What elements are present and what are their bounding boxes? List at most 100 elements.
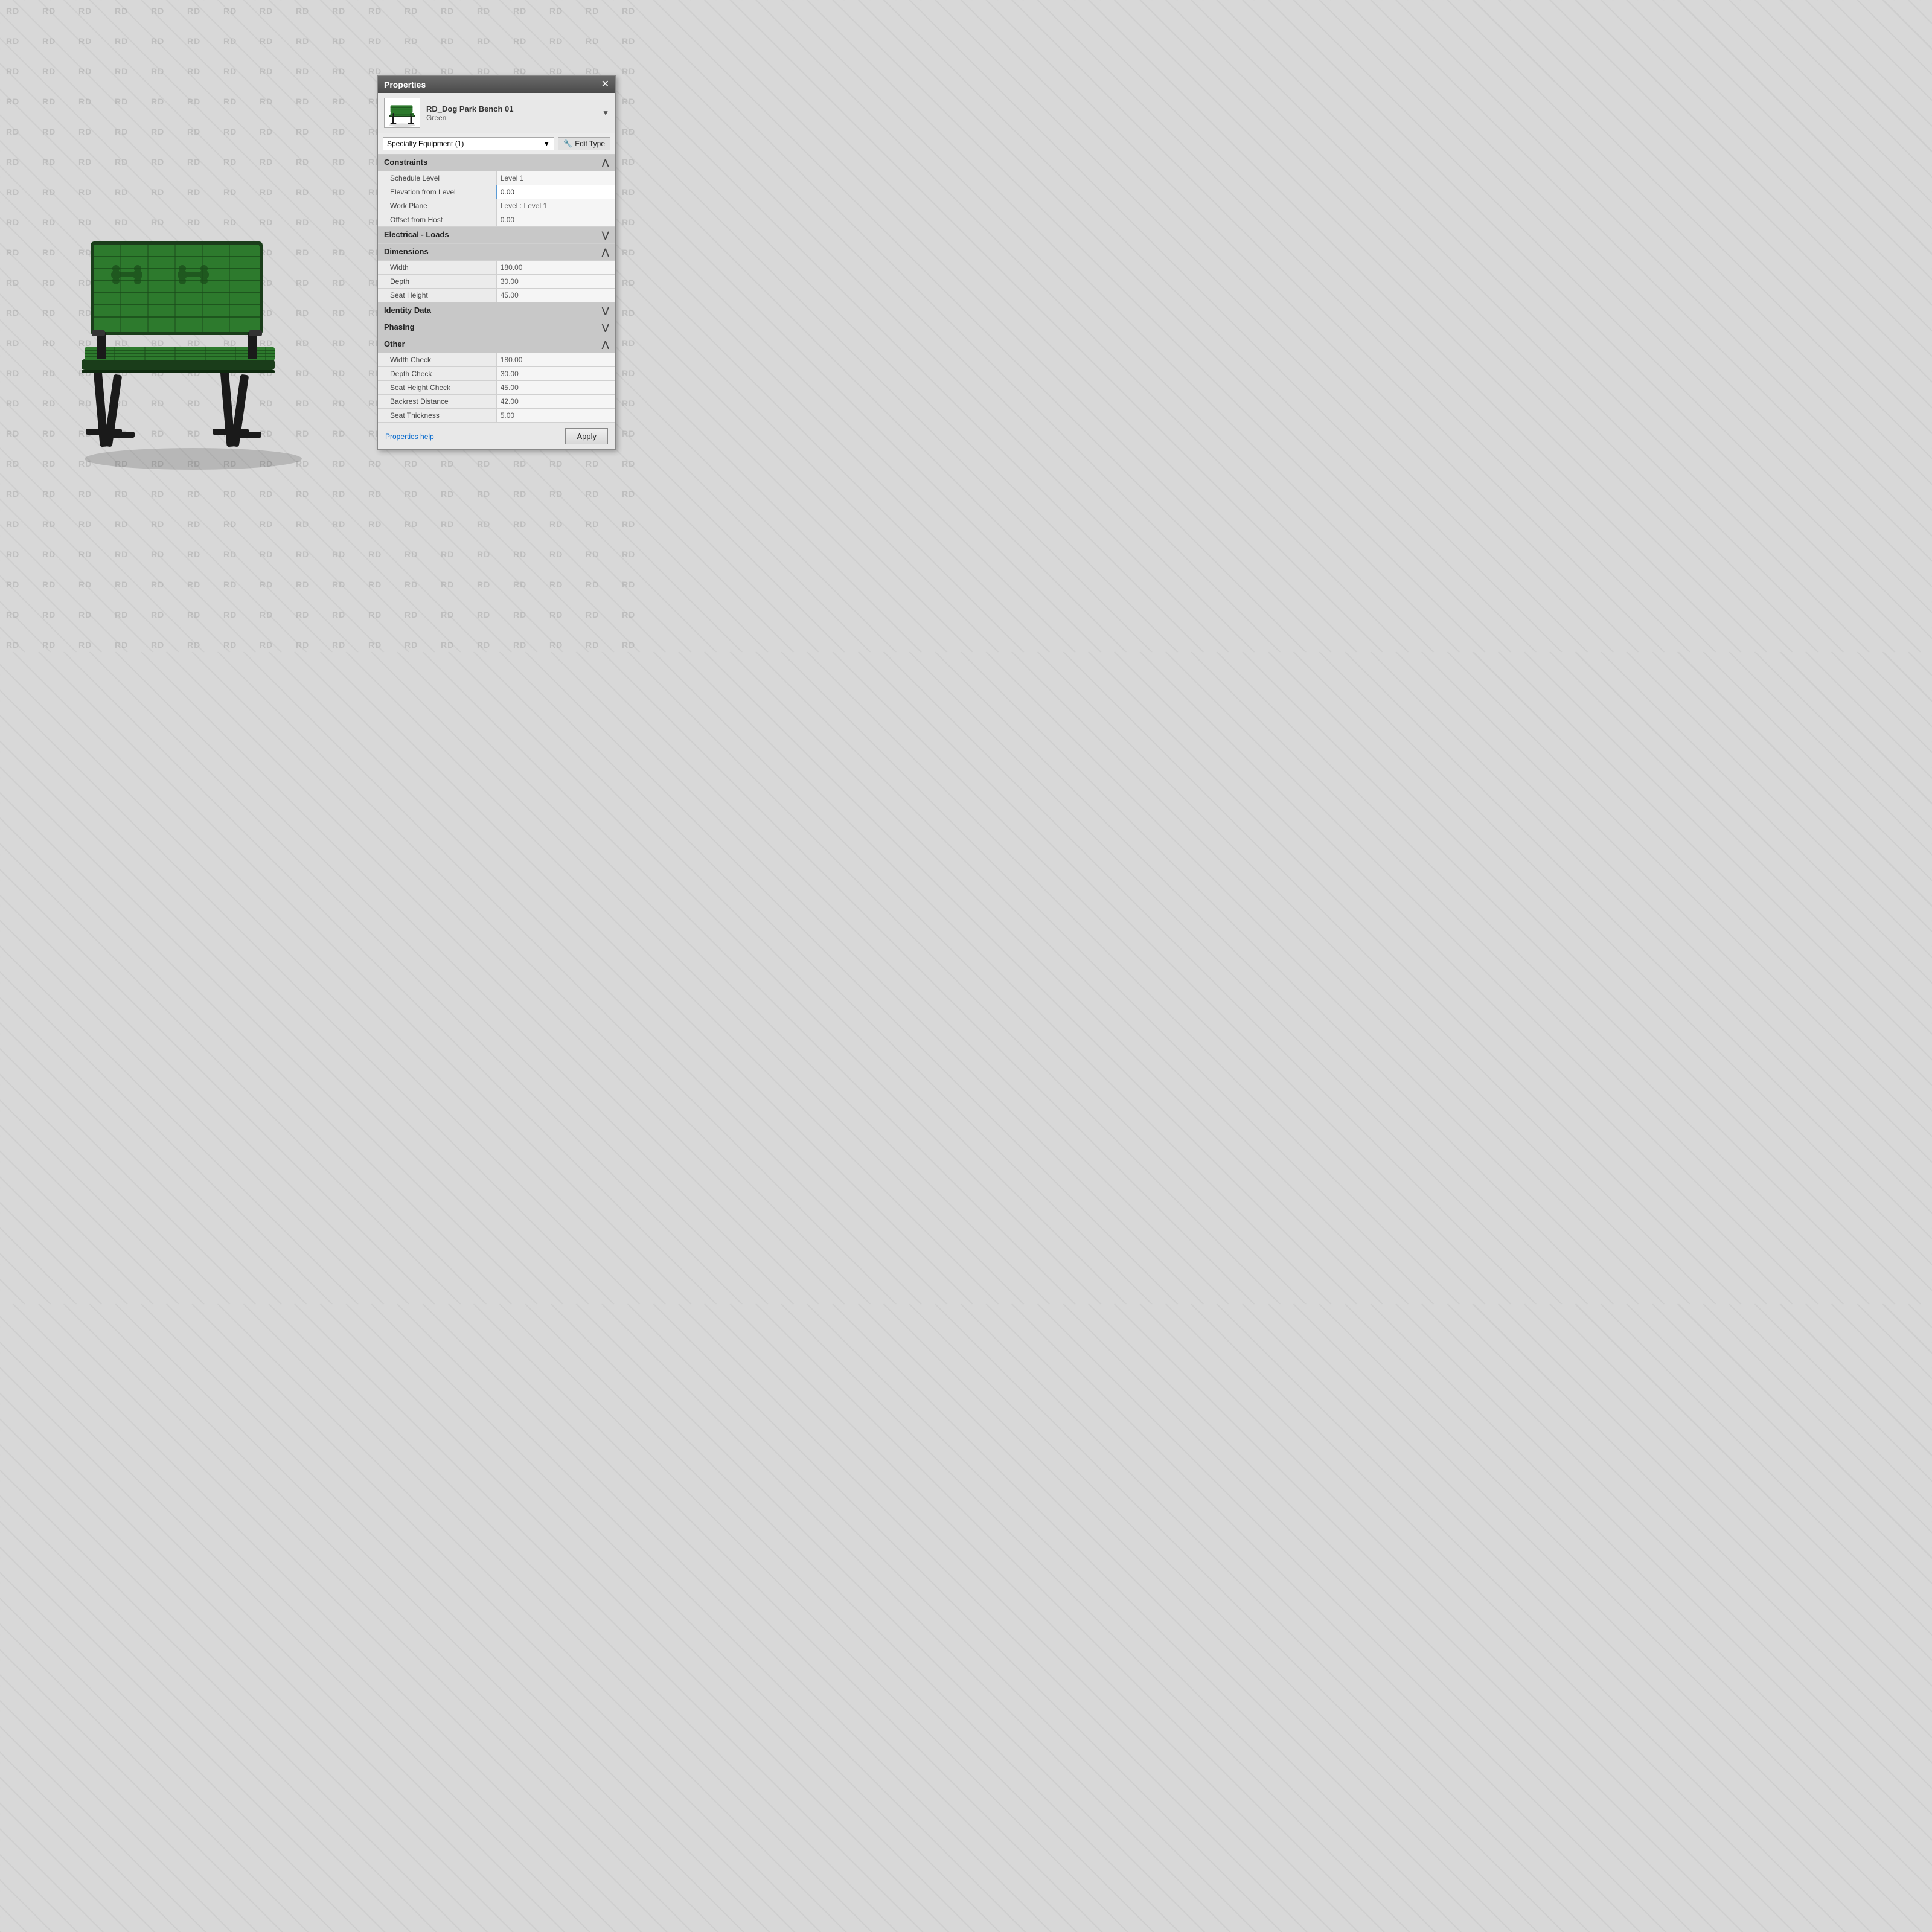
watermark-text: RD (6, 549, 19, 559)
type-selector-label: Specialty Equipment (1) (387, 139, 464, 148)
element-dropdown-arrow: ▼ (602, 109, 609, 117)
watermark-text: RD (6, 398, 19, 408)
section-toggle-identity-data[interactable]: ⋁ (602, 305, 609, 316)
watermark-text: RD (42, 549, 56, 559)
prop-value[interactable]: 0.00 (496, 185, 615, 199)
watermark-text: RD (332, 610, 345, 619)
watermark-text: RD (187, 549, 200, 559)
table-row: Depth30.00 (378, 275, 615, 289)
watermark-text: RD (513, 519, 526, 529)
watermark-text: RD (78, 519, 92, 529)
watermark-text: RD (477, 36, 490, 46)
prop-label: Depth Check (378, 367, 496, 381)
watermark-text: RD (115, 640, 128, 650)
watermark-text: RD (151, 519, 164, 529)
section-label-electrical-loads: Electrical - Loads (384, 230, 449, 239)
watermark-text: RD (187, 610, 200, 619)
watermark-text: RD (622, 157, 635, 167)
section-dimensions[interactable]: Dimensions ⋀ (378, 244, 615, 261)
watermark-text: RD (332, 97, 345, 106)
prop-label: Seat Height (378, 289, 496, 302)
edit-type-button[interactable]: 🔧 Edit Type (558, 137, 610, 150)
watermark-text: RD (513, 6, 526, 16)
watermark-text: RD (296, 549, 309, 559)
prop-value: 180.00 (496, 353, 615, 367)
prop-value: Level : Level 1 (496, 199, 615, 213)
prop-label: Width Check (378, 353, 496, 367)
watermark-text: RD (78, 36, 92, 46)
table-row: Work PlaneLevel : Level 1 (378, 199, 615, 213)
watermark-text: RD (296, 97, 309, 106)
watermark-text: RD (586, 489, 599, 499)
watermark-text: RD (296, 157, 309, 167)
watermark-text: RD (78, 66, 92, 76)
watermark-text: RD (151, 610, 164, 619)
edit-type-icon: 🔧 (563, 139, 572, 148)
section-electrical-loads[interactable]: Electrical - Loads ⋁ (378, 227, 615, 244)
watermark-text: RD (477, 66, 490, 76)
watermark-text: RD (115, 610, 128, 619)
watermark-text: RD (477, 580, 490, 589)
prop-value: 42.00 (496, 395, 615, 409)
close-button[interactable]: ✕ (601, 80, 609, 89)
properties-scroll-area[interactable]: Constraints⋀Schedule LevelLevel 1Elevati… (378, 155, 615, 423)
watermark-text: RD (405, 610, 418, 619)
watermark-text: RD (513, 489, 526, 499)
prop-label: Elevation from Level (378, 185, 496, 199)
watermark-text: RD (477, 459, 490, 469)
watermark-text: RD (513, 610, 526, 619)
watermark-text: RD (115, 157, 128, 167)
watermark-text: RD (622, 97, 635, 106)
section-constraints[interactable]: Constraints⋀ (378, 155, 615, 171)
watermark-text: RD (441, 610, 454, 619)
watermark-text: RD (332, 36, 345, 46)
type-selector[interactable]: Specialty Equipment (1) ▼ (383, 137, 554, 150)
watermark-text: RD (223, 157, 237, 167)
watermark-text: RD (187, 157, 200, 167)
watermark-text: RD (6, 640, 19, 650)
section-toggle-constraints[interactable]: ⋀ (602, 158, 609, 168)
watermark-text: RD (260, 549, 273, 559)
watermark-text: RD (187, 6, 200, 16)
watermark-text: RD (223, 66, 237, 76)
watermark-text: RD (586, 580, 599, 589)
watermark-text: RD (260, 519, 273, 529)
watermark-text: RD (405, 549, 418, 559)
table-row: Depth Check30.00 (378, 367, 615, 381)
section-toggle-other[interactable]: ⋀ (602, 339, 609, 350)
panel-footer: Properties help Apply (378, 423, 615, 449)
watermark-text: RD (368, 549, 382, 559)
section-toggle-electrical-loads[interactable]: ⋁ (602, 230, 609, 240)
section-other[interactable]: Other⋀ (378, 336, 615, 353)
watermark-text: RD (622, 368, 635, 378)
watermark-text: RD (441, 519, 454, 529)
element-name: RD_Dog Park Bench 01 (426, 104, 514, 114)
apply-button[interactable]: Apply (565, 428, 608, 444)
section-phasing[interactable]: Phasing⋁ (378, 319, 615, 336)
prop-label: Schedule Level (378, 171, 496, 185)
prop-value: 30.00 (496, 275, 615, 289)
prop-label: Seat Height Check (378, 381, 496, 395)
table-row: Offset from Host0.00 (378, 213, 615, 227)
watermark-text: RD (622, 248, 635, 257)
section-toggle-phasing[interactable]: ⋁ (602, 322, 609, 333)
watermark-text: RD (405, 36, 418, 46)
watermark-text: RD (405, 580, 418, 589)
watermark-text: RD (187, 127, 200, 136)
watermark-text: RD (42, 36, 56, 46)
watermark-text: RD (368, 519, 382, 529)
section-label-dimensions: Dimensions (384, 247, 429, 256)
section-toggle-dimensions[interactable]: ⋀ (602, 247, 609, 257)
watermark-text: RD (151, 580, 164, 589)
watermark-text: RD (42, 6, 56, 16)
watermark-text: RD (368, 459, 382, 469)
watermark-text: RD (115, 519, 128, 529)
watermark-text: RD (441, 66, 454, 76)
watermark-text: RD (622, 398, 635, 408)
section-identity-data[interactable]: Identity Data⋁ (378, 302, 615, 319)
properties-help-link[interactable]: Properties help (385, 432, 434, 441)
watermark-text: RD (368, 489, 382, 499)
watermark-text: RD (78, 549, 92, 559)
watermark-text: RD (368, 640, 382, 650)
watermark-text: RD (6, 610, 19, 619)
